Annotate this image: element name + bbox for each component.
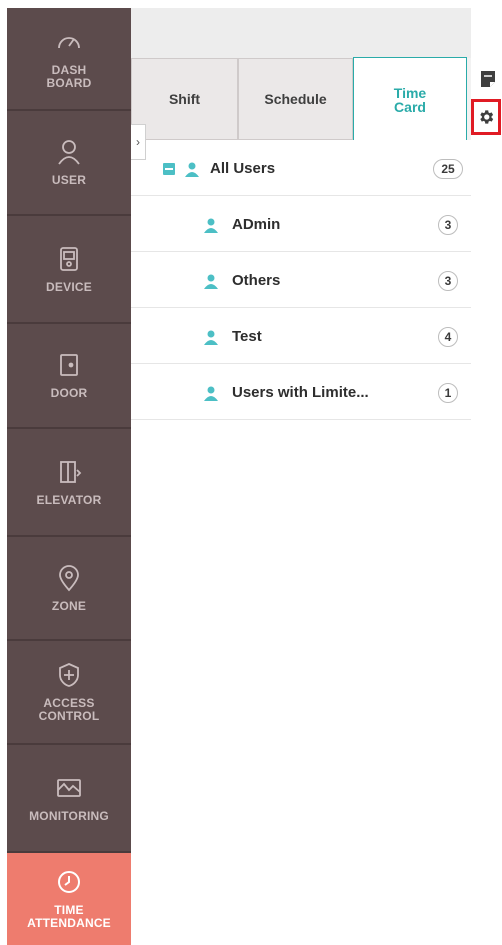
device-icon [55,245,83,273]
tab-label: Shift [168,91,201,107]
zone-icon [55,564,83,592]
collapse-toggle-icon[interactable] [163,163,175,175]
tab-shift[interactable]: Shift [131,58,238,140]
tree-row-label: Others [232,272,281,289]
count-badge: 3 [438,215,458,235]
sidebar-item-label: USER [51,173,87,187]
tree-row-label: Test [232,328,262,345]
tab-label: Schedule [264,91,327,107]
elevator-icon [55,458,83,486]
tree-row-label: ADmin [232,216,281,233]
sidebar-item-monitoring[interactable]: MONITORING [7,745,131,853]
tree-row-label: Users with Limite... [232,384,369,401]
dashboard-icon [55,28,83,56]
sidebar-item-door[interactable]: DOOR [7,324,131,429]
right-toolbar [471,8,502,945]
user-group-tree: All Users 25 ADmin 3 Others 3 Test 4 Use… [131,140,471,945]
access-control-icon [55,661,83,689]
top-strip [0,0,502,8]
tree-row-label: All Users [210,160,276,177]
sidebar-item-elevator[interactable]: ELEVATOR [7,429,131,537]
sidebar-item-label: ZONE [51,598,87,613]
sidebar-item-label: DASH BOARD [46,62,92,90]
tree-row-admin[interactable]: ADmin 3 [131,196,471,252]
user-group-icon [203,273,219,289]
sidebar-item-time-attendance[interactable]: TIME ATTENDANCE [7,853,131,945]
expand-panel-button[interactable]: › [131,124,146,160]
sidebar-item-label: ELEVATOR [36,492,102,507]
count-badge: 4 [438,327,458,347]
tree-row-others[interactable]: Others 3 [131,252,471,308]
sidebar-item-label: MONITORING [29,808,109,823]
sidebar-item-label: DEVICE [46,279,92,294]
count-badge: 25 [433,159,463,179]
sidebar-item-label: ACCESS CONTROL [38,696,100,723]
sidebar-item-zone[interactable]: ZONE [7,537,131,641]
user-icon [55,138,83,166]
settings-button[interactable] [471,99,501,135]
sidebar-item-dashboard[interactable]: DASH BOARD [7,8,131,111]
tab-time-card[interactable]: Time Card [353,57,467,141]
user-group-icon [184,161,200,177]
time-attendance-icon [55,868,83,896]
user-group-icon [203,217,219,233]
tab-schedule[interactable]: Schedule [238,58,353,140]
sidebar-item-access-control[interactable]: ACCESS CONTROL [7,641,131,745]
sidebar-item-user[interactable]: USER [7,111,131,216]
sidebar-item-device[interactable]: DEVICE [7,216,131,324]
sidebar-nav: DASH BOARD USER DEVICE DOOR ELEVATOR ZON… [7,8,131,945]
notes-icon[interactable] [480,70,496,88]
chevron-right-icon: › [136,135,140,149]
tab-label: Time Card [393,84,427,115]
door-icon [55,351,83,379]
sidebar-item-label: DOOR [50,386,88,400]
monitoring-icon [55,774,83,802]
tree-row-all-users[interactable]: All Users 25 [131,140,471,196]
user-group-icon [203,385,219,401]
tab-bar-background [131,8,471,58]
tree-row-users-with-limited[interactable]: Users with Limite... 1 [131,364,471,420]
gear-icon [477,108,495,126]
count-badge: 3 [438,271,458,291]
user-group-icon [203,329,219,345]
count-badge: 1 [438,383,458,403]
sidebar-item-label: TIME ATTENDANCE [27,903,111,930]
tree-row-test[interactable]: Test 4 [131,308,471,364]
